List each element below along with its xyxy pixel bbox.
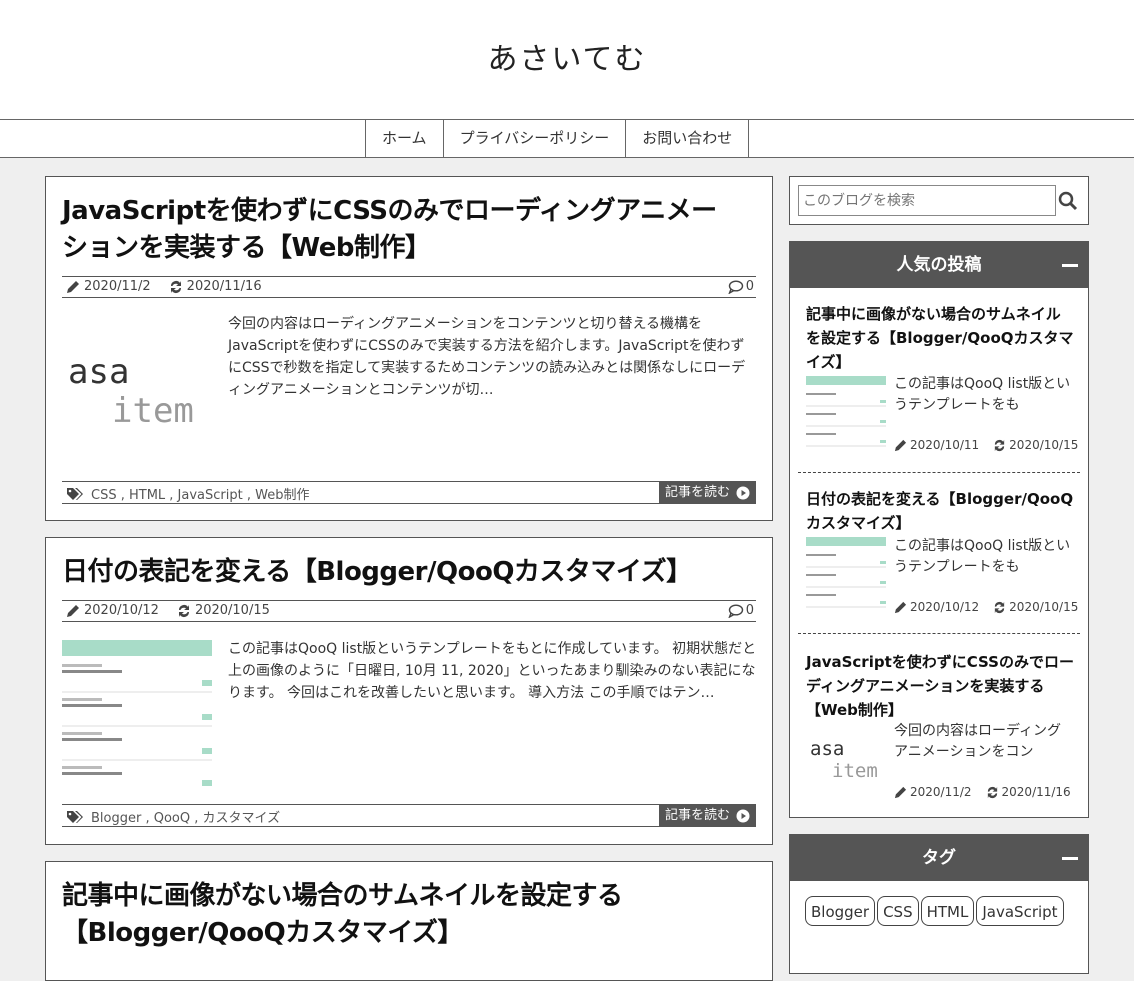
popular-post-title[interactable]: 記事中に画像がない場合のサムネイルを設定する【Blogger/QooQカスタマイ… <box>806 302 1074 374</box>
published-date: 2020/11/2 <box>84 279 151 294</box>
comment-count[interactable]: 0 <box>746 603 754 618</box>
refresh-icon <box>995 601 1005 613</box>
popular-post-item[interactable]: JavaScriptを使わずにCSSのみでローディングアニメーションを実装する【… <box>806 650 1074 799</box>
pencil-icon <box>67 604 79 617</box>
updated-date: 2020/10/15 <box>194 603 270 618</box>
widget-title: タグ <box>922 848 956 868</box>
post-card: 日付の表記を変える【Blogger/QooQカスタマイズ】 2020/10/12… <box>45 537 773 845</box>
published-date: 2020/10/12 <box>910 600 980 614</box>
post-card: 記事中に画像がない場合のサムネイルを設定する 【Blogger/QooQカスタマ… <box>45 861 773 981</box>
thumb-logo-text: asa <box>68 352 130 392</box>
nav-item-privacy[interactable]: プライバシーポリシー <box>444 120 627 158</box>
popular-post-title[interactable]: 日付の表記を変える【Blogger/QooQカスタマイズ】 <box>806 487 1074 535</box>
collapse-icon[interactable] <box>1062 264 1078 267</box>
updated-date: 2020/10/15 <box>1009 600 1079 614</box>
refresh-icon <box>170 280 181 293</box>
post-footer: CSS , HTML , JavaScript , Web制作 記事を読む <box>62 481 756 504</box>
post-title[interactable]: 日付の表記を変える【Blogger/QooQカスタマイズ】 <box>62 554 752 591</box>
popular-posts-widget: 人気の投稿 記事中に画像がない場合のサムネイルを設定する【Blogger/Qoo… <box>789 241 1089 818</box>
main-nav: ホーム プライバシーポリシー お問い合わせ <box>0 119 1134 158</box>
post-excerpt: この記事はQooQ list版というテンプレートをもとに作成しています。 初期状… <box>228 641 757 701</box>
popular-post-dates: 2020/11/2 2020/11/16 <box>894 785 1071 799</box>
pencil-icon <box>894 439 907 451</box>
refresh-icon <box>987 786 997 798</box>
popular-post-thumbnail[interactable] <box>806 537 886 617</box>
screenshot-thumbnail-graphic <box>806 376 886 456</box>
popular-post-excerpt: この記事はQooQ list版というテンプレートをも <box>894 376 1071 413</box>
widget-heading: 人気の投稿 <box>790 242 1088 288</box>
screenshot-thumbnail-graphic <box>806 537 886 617</box>
post-meta: 2020/10/12 2020/10/15 0 <box>62 600 756 622</box>
popular-post-title[interactable]: JavaScriptを使わずにCSSのみでローディングアニメーションを実装する【… <box>806 650 1074 722</box>
tags-icon <box>67 487 83 500</box>
search-icon[interactable] <box>1056 189 1080 213</box>
post-excerpt: 今回の内容はローディングアニメーションをコンテンツと切り替える機構をJavaSc… <box>228 316 746 398</box>
play-circle-icon <box>736 809 750 822</box>
tag-cloud: Blogger CSS HTML JavaScript <box>805 896 1085 926</box>
updated-date: 2020/10/15 <box>1009 438 1079 452</box>
post-thumbnail[interactable]: asa item <box>62 307 212 457</box>
popular-post-dates: 2020/10/12 2020/10/15 <box>894 600 1078 614</box>
post-title[interactable]: 記事中に画像がない場合のサムネイルを設定する 【Blogger/QooQカスタマ… <box>62 878 752 952</box>
tags-widget: タグ Blogger CSS HTML JavaScript <box>789 834 1089 974</box>
collapse-icon[interactable] <box>1062 857 1078 860</box>
published-date: 2020/11/2 <box>910 785 972 799</box>
comment-icon <box>728 603 743 618</box>
divider <box>798 633 1080 634</box>
thumb-logo-text: asa <box>810 738 845 760</box>
post-title[interactable]: JavaScriptを使わずにCSSのみでローディングアニメー ションを実装する… <box>62 193 752 267</box>
pencil-icon <box>67 280 79 293</box>
refresh-icon <box>995 439 1005 451</box>
read-more-label: 記事を読む <box>664 485 730 500</box>
post-footer: Blogger , QooQ , カスタマイズ 記事を読む <box>62 804 756 827</box>
updated-date: 2020/11/16 <box>186 279 262 294</box>
site-title[interactable]: あさいてむ <box>0 34 1134 78</box>
search-widget <box>789 176 1089 225</box>
widget-heading: タグ <box>790 835 1088 881</box>
read-more-button[interactable]: 記事を読む <box>658 482 756 503</box>
popular-post-excerpt: 今回の内容はローディングアニメーションをコン <box>894 723 1062 760</box>
tag-chip[interactable]: Blogger <box>805 896 876 926</box>
nav-item-contact[interactable]: お問い合わせ <box>626 120 750 158</box>
pencil-icon <box>894 601 907 613</box>
published-date: 2020/10/11 <box>910 438 980 452</box>
popular-post-dates: 2020/10/11 2020/10/15 <box>894 438 1078 452</box>
post-labels[interactable]: Blogger , QooQ , カスタマイズ <box>91 807 280 826</box>
site-header: あさいてむ <box>0 0 1134 119</box>
tag-chip[interactable]: HTML <box>920 896 975 926</box>
post-meta: 2020/11/2 2020/11/16 0 <box>62 276 756 298</box>
popular-post-thumbnail[interactable]: asa item <box>806 730 886 810</box>
screenshot-thumbnail-graphic <box>62 638 212 788</box>
post-card: JavaScriptを使わずにCSSのみでローディングアニメー ションを実装する… <box>45 176 773 521</box>
popular-post-item[interactable]: 記事中に画像がない場合のサムネイルを設定する【Blogger/QooQカスタマイ… <box>806 302 1078 456</box>
published-date: 2020/10/12 <box>84 603 159 618</box>
post-thumbnail[interactable] <box>62 638 212 788</box>
divider <box>798 472 1080 473</box>
play-circle-icon <box>736 486 750 499</box>
updated-date: 2020/11/16 <box>1001 785 1071 799</box>
tag-chip[interactable]: CSS <box>877 896 919 926</box>
comment-icon <box>728 279 743 294</box>
thumb-logo-text: item <box>112 391 194 431</box>
widget-title: 人気の投稿 <box>896 255 982 275</box>
refresh-icon <box>178 604 189 617</box>
popular-post-item[interactable]: 日付の表記を変える【Blogger/QooQカスタマイズ】 この記事はQooQ … <box>806 487 1078 617</box>
popular-post-excerpt: この記事はQooQ list版というテンプレートをも <box>894 538 1071 575</box>
tags-icon <box>67 810 83 823</box>
pencil-icon <box>894 786 907 798</box>
popular-post-thumbnail[interactable] <box>806 376 886 456</box>
search-input[interactable] <box>798 185 1056 216</box>
thumb-logo-text: item <box>832 760 878 782</box>
post-labels[interactable]: CSS , HTML , JavaScript , Web制作 <box>91 484 309 503</box>
read-more-label: 記事を読む <box>664 808 730 823</box>
comment-count[interactable]: 0 <box>746 279 754 294</box>
nav-item-home[interactable]: ホーム <box>366 120 444 158</box>
read-more-button[interactable]: 記事を読む <box>658 805 756 826</box>
tag-chip[interactable]: JavaScript <box>976 896 1064 926</box>
